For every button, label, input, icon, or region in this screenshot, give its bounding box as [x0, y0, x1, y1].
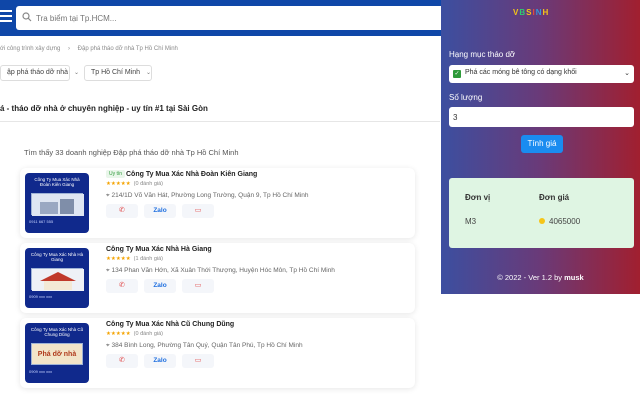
breadcrumb-separator: ›	[68, 46, 70, 52]
rating: ★★★★★ (0 đánh giá)	[106, 331, 163, 337]
listing-card[interactable]: Công Ty Mua Xác Nhà Đoàn Kiên Giang 0911…	[20, 168, 415, 238]
company-name[interactable]: Công Ty Mua Xác Nhà Hà Giang	[106, 246, 212, 253]
phone-button[interactable]: ✆	[106, 204, 138, 218]
rating-stars: ★★★★★	[106, 331, 131, 337]
breadcrumb-item[interactable]: ới công trình xây dựng	[0, 46, 60, 52]
phone-button[interactable]: ✆	[106, 354, 138, 368]
chevron-down-icon: ⌄	[74, 70, 80, 76]
listing-thumbnail[interactable]: Công Ty Mua Xác Nhà Hà Giang 0909 xxx xx…	[25, 248, 89, 308]
thumbnail-title: Công Ty Mua Xác Nhà Cũ Chung Dũng	[30, 327, 84, 338]
price-cell: 4065000	[539, 217, 580, 226]
divider	[0, 121, 440, 122]
thumbnail-image	[31, 193, 84, 216]
zalo-button[interactable]: Zalo	[144, 354, 176, 368]
listing-card[interactable]: Công Ty Mua Xác Nhà Hà Giang 0909 xxx xx…	[20, 243, 415, 313]
result-table: Đơn vị Đơn giá M3 4065000	[449, 178, 634, 248]
quantity-input[interactable]	[449, 107, 634, 127]
menu-icon[interactable]	[0, 10, 12, 24]
company-name[interactable]: Công Ty Mua Xác Nhà Đoàn Kiên Giang	[126, 171, 257, 178]
search-icon	[22, 12, 32, 22]
review-count: (0 đánh giá)	[133, 181, 164, 187]
thumbnail-footer: 0909 xxx xxx	[29, 369, 53, 374]
map-button[interactable]: ▭	[182, 204, 214, 218]
review-count: (0 đánh giá)	[133, 331, 164, 337]
category-label: Hạng mục tháo dỡ	[449, 50, 516, 59]
logo: VBSINH	[513, 8, 549, 17]
address: ⌖ 214/1D Võ Văn Hát, Phường Long Trường,…	[106, 192, 309, 200]
phone-button[interactable]: ✆	[106, 279, 138, 293]
coin-icon	[539, 218, 545, 224]
breadcrumb-item[interactable]: Đập phá tháo dỡ nhà Tp Hồ Chí Minh	[78, 46, 178, 52]
phone-icon: ✆	[119, 357, 125, 364]
chevron-down-icon: ⌄	[146, 70, 152, 76]
price-calculator-panel: VBSINH Hạng mục tháo dỡ ✓ Phá các móng bê…	[441, 0, 640, 294]
search-box[interactable]	[16, 6, 446, 30]
map-button[interactable]: ▭	[182, 279, 214, 293]
zalo-button[interactable]: Zalo	[144, 204, 176, 218]
rating: ★★★★★ (0 đánh giá)	[106, 181, 163, 187]
filter-label: Tp Hồ Chí Minh	[91, 69, 141, 76]
address-text: 214/1D Võ Văn Hát, Phường Long Trường, Q…	[111, 192, 309, 199]
address-text: 384 Bình Long, Phường Tân Quý, Quận Tân …	[111, 342, 303, 349]
listing-thumbnail[interactable]: Công Ty Mua Xác Nhà Đoàn Kiên Giang 0911…	[25, 173, 89, 233]
thumbnail-image: Phá dỡ nhà	[31, 343, 83, 365]
unit-header: Đơn vị	[465, 193, 491, 202]
company-name[interactable]: Công Ty Mua Xác Nhà Cũ Chung Dũng	[106, 321, 234, 328]
phone-icon: ✆	[119, 282, 125, 289]
thumbnail-image-text: Phá dỡ nhà	[37, 351, 77, 358]
rating-stars: ★★★★★	[106, 256, 131, 262]
thumbnail-image	[31, 268, 84, 291]
listing-thumbnail[interactable]: Công Ty Mua Xác Nhà Cũ Chung Dũng Phá dỡ…	[25, 323, 89, 383]
thumbnail-title: Công Ty Mua Xác Nhà Hà Giang	[30, 252, 84, 263]
phone-icon: ✆	[119, 207, 125, 214]
location-filter[interactable]: Tp Hồ Chí Minh ⌄	[84, 65, 152, 81]
map-icon: ▭	[194, 357, 202, 364]
review-count: (1 đánh giá)	[133, 256, 164, 262]
price-value: 4065000	[549, 217, 581, 226]
rating-stars: ★★★★★	[106, 181, 131, 187]
map-icon: ▭	[194, 282, 202, 289]
category-select[interactable]: ✓ Phá các móng bê tông có dạng khối ⌄	[449, 65, 634, 83]
listing-card[interactable]: Công Ty Mua Xác Nhà Cũ Chung Dũng Phá dỡ…	[20, 318, 415, 388]
rating: ★★★★★ (1 đánh giá)	[106, 256, 163, 262]
result-count: Tìm thấy 33 doanh nghiệp Đập phá tháo dỡ…	[24, 148, 239, 157]
footer-text: © 2022 - Ver 1.2 by	[497, 273, 563, 282]
footer-author: musk	[564, 273, 584, 282]
thumbnail-title: Công Ty Mua Xác Nhà Đoàn Kiên Giang	[34, 177, 80, 188]
price-header: Đơn giá	[539, 193, 570, 202]
breadcrumb: ới công trình xây dựng › Đập phá tháo dỡ…	[0, 46, 184, 52]
checkbox-icon: ✓	[453, 70, 461, 78]
search-input[interactable]	[36, 6, 436, 30]
filter-label: ập phá tháo dỡ nhà	[7, 69, 69, 76]
chevron-down-icon: ⌄	[624, 70, 630, 77]
address: ⌖ 384 Bình Long, Phường Tân Quý, Quận Tâ…	[106, 342, 303, 350]
page-title: á - tháo dỡ nhà ở chuyên nghiệp - uy tín…	[0, 104, 208, 113]
thumbnail-footer: 0909 xxx xxx	[29, 294, 53, 299]
map-icon: ▭	[194, 207, 202, 214]
unit-value: M3	[465, 217, 477, 226]
verified-badge: Uy tín	[106, 170, 126, 178]
address: ⌖ 134 Phan Văn Hớn, Xã Xuân Thới Thượng,…	[106, 267, 335, 275]
quantity-label: Số lượng	[449, 93, 483, 102]
logo-letter: H	[542, 8, 550, 17]
category-value: Phá các móng bê tông có dạng khối	[465, 69, 577, 76]
map-button[interactable]: ▭	[182, 354, 214, 368]
zalo-button[interactable]: Zalo	[144, 279, 176, 293]
address-text: 134 Phan Văn Hớn, Xã Xuân Thới Thượng, H…	[111, 267, 335, 274]
category-filter[interactable]: ập phá tháo dỡ nhà ⌄	[0, 65, 79, 81]
footer: © 2022 - Ver 1.2 by musk	[441, 273, 640, 282]
thumbnail-footer: 0911 667 555	[29, 219, 54, 224]
calculate-button[interactable]: Tính giá	[521, 135, 563, 153]
